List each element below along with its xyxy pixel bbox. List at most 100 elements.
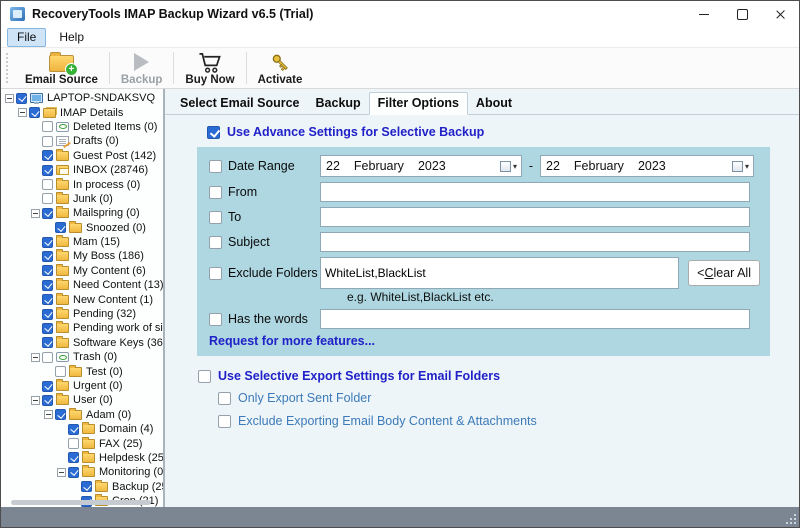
checkbox[interactable] <box>55 366 66 377</box>
tree-item[interactable]: Pending (32) <box>1 307 163 321</box>
checkbox[interactable] <box>68 467 79 478</box>
toolbar-email-source-button[interactable]: Email Source <box>16 48 107 88</box>
checkbox[interactable] <box>42 265 53 276</box>
from-input[interactable] <box>320 182 750 202</box>
toolbar-activate-button[interactable]: Activate <box>249 48 312 88</box>
tree-item[interactable]: Pending work of si <box>1 321 163 335</box>
close-button[interactable] <box>761 1 799 27</box>
checkbox[interactable] <box>16 93 27 104</box>
tree-item[interactable]: New Content (1) <box>1 292 163 306</box>
tree-item[interactable]: Junk (0) <box>1 192 163 206</box>
checkbox[interactable] <box>42 136 53 147</box>
tab-filter-options[interactable]: Filter Options <box>369 92 468 115</box>
tree-item[interactable]: Guest Post (142) <box>1 149 163 163</box>
expander-icon[interactable] <box>31 353 40 362</box>
tab-about[interactable]: About <box>468 93 520 114</box>
expander-icon[interactable] <box>57 468 66 477</box>
has-words-checkbox[interactable] <box>209 313 222 326</box>
toolbar-buy-now-button[interactable]: Buy Now <box>176 48 243 88</box>
expander-icon[interactable] <box>44 410 53 419</box>
tree-item[interactable]: Adam (0) <box>1 408 163 422</box>
checkbox[interactable] <box>55 222 66 233</box>
tree-item[interactable]: LAPTOP-SNDAKSVQ <box>1 91 163 105</box>
checkbox[interactable] <box>81 481 92 492</box>
checkbox[interactable] <box>42 121 53 132</box>
checkbox[interactable] <box>42 251 53 262</box>
checkbox[interactable] <box>29 107 40 118</box>
resize-grip[interactable] <box>785 513 796 524</box>
date-to-field[interactable]: 22 February 2023 ▾ <box>540 155 754 177</box>
tree-item[interactable]: Domain (4) <box>1 422 163 436</box>
tree-item[interactable]: Drafts (0) <box>1 134 163 148</box>
maximize-button[interactable] <box>723 1 761 27</box>
checkbox[interactable] <box>42 352 53 363</box>
tree-item[interactable]: IMAP Details <box>1 105 163 119</box>
tree-item[interactable]: FAX (25) <box>1 436 163 450</box>
export-settings-header-row: Use Selective Export Settings for Email … <box>198 369 799 383</box>
to-input[interactable] <box>320 207 750 227</box>
checkbox[interactable] <box>68 424 79 435</box>
tree-item[interactable]: Mailspring (0) <box>1 206 163 220</box>
clear-all-button[interactable]: <Clear All <box>688 260 760 286</box>
minimize-button[interactable] <box>685 1 723 27</box>
tree-item[interactable]: Deleted Items (0) <box>1 120 163 134</box>
tree-item[interactable]: Backup (25 <box>1 480 163 494</box>
checkbox[interactable] <box>218 415 231 428</box>
tree-item[interactable]: In process (0) <box>1 177 163 191</box>
checkbox[interactable] <box>218 392 231 405</box>
checkbox[interactable] <box>42 193 53 204</box>
checkbox[interactable] <box>42 337 53 348</box>
tree-item[interactable]: INBOX (28746) <box>1 163 163 177</box>
menu-help[interactable]: Help <box>49 28 94 47</box>
tree-item[interactable]: Mam (15) <box>1 235 163 249</box>
tree-item[interactable]: Test (0) <box>1 364 163 378</box>
checkbox[interactable] <box>42 237 53 248</box>
tree-item[interactable]: Monitoring (0) <box>1 465 163 479</box>
tree-item[interactable]: Trash (0) <box>1 350 163 364</box>
checkbox[interactable] <box>55 409 66 420</box>
date-from-field[interactable]: 22 February 2023 ▾ <box>320 155 522 177</box>
checkbox[interactable] <box>42 323 53 334</box>
tab-select-email-source[interactable]: Select Email Source <box>172 93 308 114</box>
expander-icon[interactable] <box>5 94 14 103</box>
date-range-checkbox[interactable] <box>209 160 222 173</box>
has-words-input[interactable] <box>320 309 750 329</box>
subject-checkbox[interactable] <box>209 236 222 249</box>
tree-item[interactable]: My Boss (186) <box>1 249 163 263</box>
toolbar-backup-button: Backup <box>112 48 172 88</box>
checkbox[interactable] <box>42 309 53 320</box>
checkbox[interactable] <box>42 165 53 176</box>
from-checkbox[interactable] <box>209 186 222 199</box>
checkbox[interactable] <box>42 179 53 190</box>
checkbox[interactable] <box>42 280 53 291</box>
checkbox[interactable] <box>42 150 53 161</box>
subject-input[interactable] <box>320 232 750 252</box>
expander-icon[interactable] <box>31 209 40 218</box>
export-settings-checkbox[interactable] <box>198 370 211 383</box>
exclude-folders-checkbox[interactable] <box>209 267 222 280</box>
exclude-folders-input[interactable] <box>320 257 679 289</box>
date-from-picker-button[interactable]: ▾ <box>496 156 521 176</box>
menu-file[interactable]: File <box>7 28 46 47</box>
checkbox[interactable] <box>42 395 53 406</box>
date-to-picker-button[interactable]: ▾ <box>728 156 753 176</box>
to-checkbox[interactable] <box>209 211 222 224</box>
tree-item[interactable]: Need Content (13) <box>1 278 163 292</box>
checkbox[interactable] <box>68 452 79 463</box>
checkbox[interactable] <box>68 438 79 449</box>
tree-item[interactable]: My Content (6) <box>1 264 163 278</box>
tree-item[interactable]: Snoozed (0) <box>1 221 163 235</box>
tree-item[interactable]: User (0) <box>1 393 163 407</box>
checkbox[interactable] <box>42 208 53 219</box>
expander-icon[interactable] <box>31 396 40 405</box>
tree-item[interactable]: Urgent (0) <box>1 379 163 393</box>
expander-icon[interactable] <box>18 108 27 117</box>
request-features-link[interactable]: Request for more features... <box>209 334 760 348</box>
tab-backup[interactable]: Backup <box>308 93 369 114</box>
tree-horizontal-scrollbar[interactable] <box>11 500 151 505</box>
checkbox[interactable] <box>42 294 53 305</box>
tree-item[interactable]: Software Keys (36) <box>1 336 163 350</box>
checkbox[interactable] <box>42 381 53 392</box>
tree-item[interactable]: Helpdesk (25 <box>1 451 163 465</box>
advance-settings-checkbox[interactable] <box>207 126 220 139</box>
